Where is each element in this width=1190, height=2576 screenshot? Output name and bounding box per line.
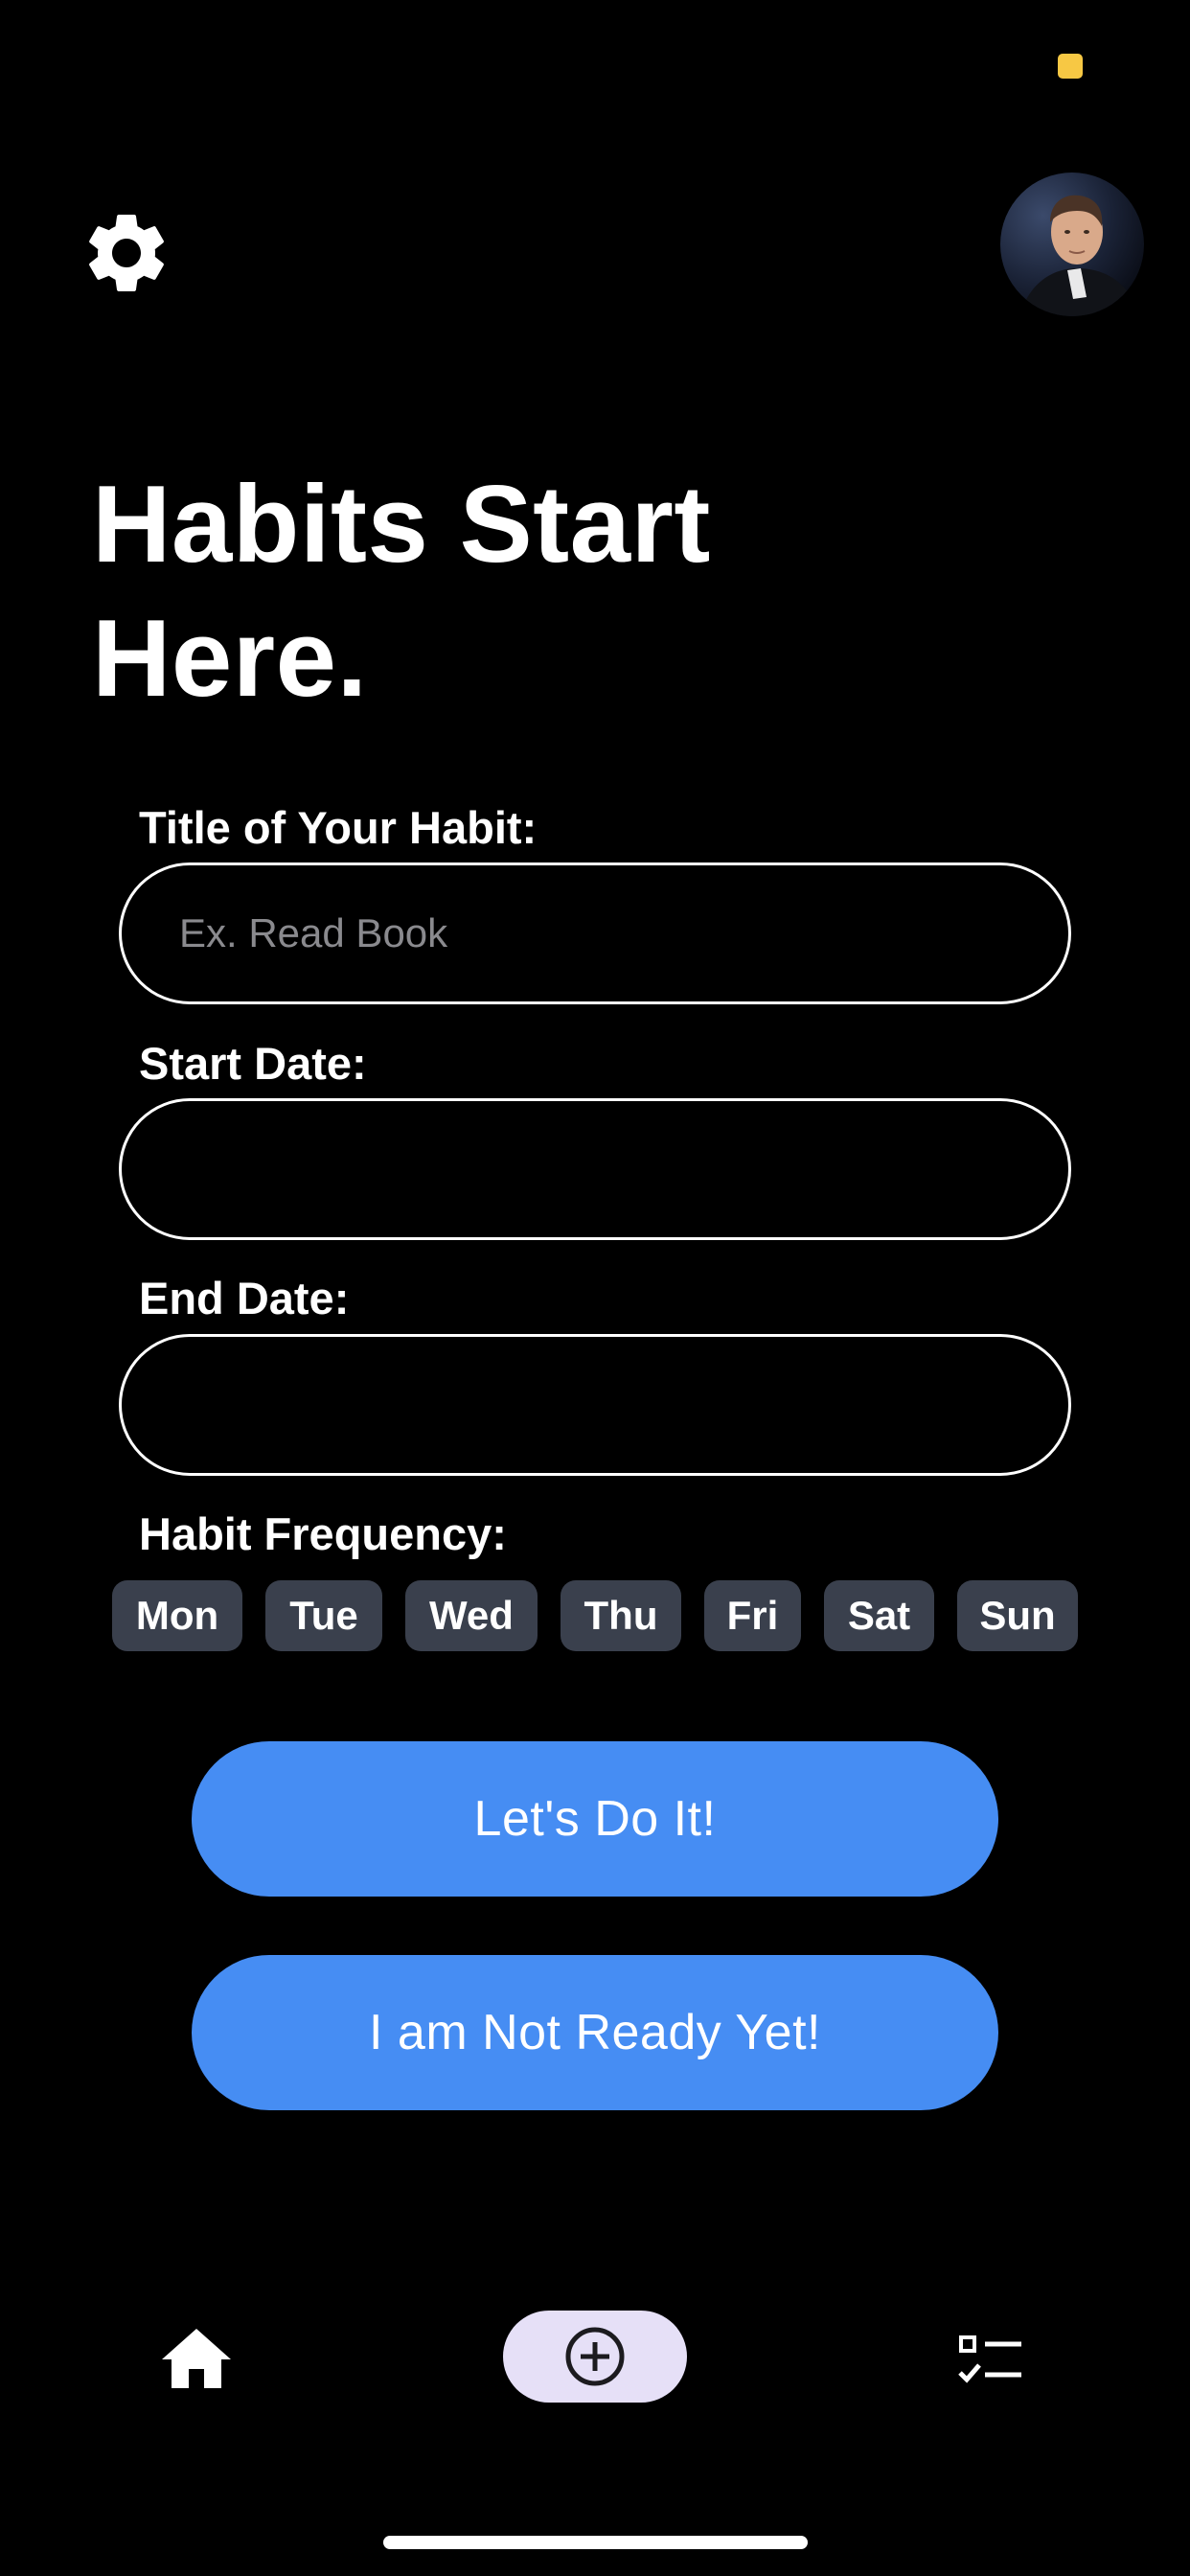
home-icon — [162, 2329, 231, 2388]
frequency-day-picker: Mon Tue Wed Thu Fri Sat Sun — [0, 1580, 1190, 1652]
avatar-image — [1000, 172, 1144, 316]
habit-frequency-label: Habit Frequency: — [139, 1508, 507, 1559]
profile-avatar[interactable] — [1000, 172, 1144, 316]
habit-title-label: Title of Your Habit: — [139, 802, 538, 853]
status-indicator-dot — [1058, 54, 1083, 79]
settings-button[interactable] — [73, 199, 180, 307]
day-chip-wed[interactable]: Wed — [405, 1580, 538, 1651]
plus-circle-icon — [565, 2327, 625, 2386]
start-date-label: Start Date: — [139, 1038, 367, 1089]
end-date-label: End Date: — [139, 1273, 350, 1323]
day-chip-sun[interactable]: Sun — [957, 1580, 1078, 1651]
nav-habit-list-button[interactable] — [958, 2334, 1025, 2388]
nav-add-button[interactable] — [503, 2311, 687, 2403]
habit-title-input[interactable] — [119, 862, 1071, 1004]
not-ready-button[interactable]: I am Not Ready Yet! — [192, 1955, 998, 2110]
nav-home-button[interactable] — [158, 2325, 235, 2392]
end-date-input[interactable] — [119, 1334, 1071, 1476]
page-title: Habits Start Here. — [92, 464, 711, 720]
day-chip-thu[interactable]: Thu — [561, 1580, 681, 1651]
day-chip-tue[interactable]: Tue — [265, 1580, 382, 1651]
day-chip-sat[interactable]: Sat — [824, 1580, 934, 1651]
day-chip-mon[interactable]: Mon — [112, 1580, 242, 1651]
gear-icon — [89, 214, 164, 291]
home-indicator[interactable] — [383, 2536, 808, 2549]
checklist-icon — [958, 2335, 1021, 2383]
confirm-habit-button[interactable]: Let's Do It! — [192, 1741, 998, 1897]
start-date-input[interactable] — [119, 1098, 1071, 1240]
day-chip-fri[interactable]: Fri — [704, 1580, 801, 1651]
